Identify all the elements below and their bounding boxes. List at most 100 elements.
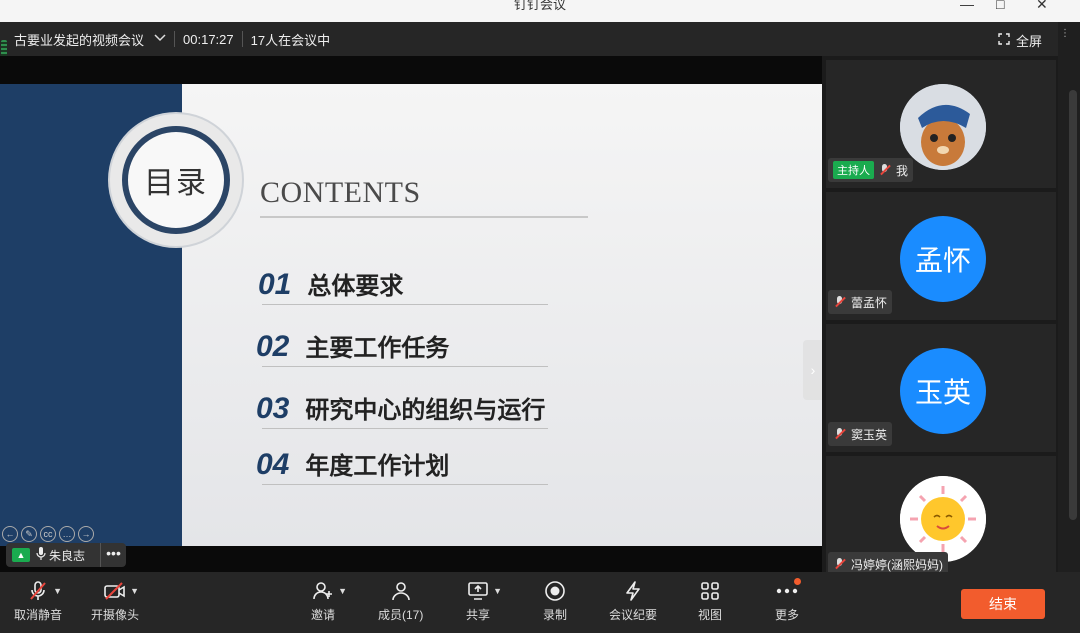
end-meeting-button[interactable]: 结束 xyxy=(961,589,1045,619)
participant-name: 我 xyxy=(896,163,909,178)
mic-muted-icon xyxy=(833,295,847,309)
minutes-button[interactable]: 会议纪要 xyxy=(609,580,657,623)
more-label: 更多 xyxy=(775,608,800,622)
slide-toc-badge: 目录 xyxy=(110,114,242,246)
participant-tile[interactable]: 孟怀 蕾孟怀 xyxy=(826,192,1056,320)
more-button[interactable]: 更多 xyxy=(775,578,801,623)
invite-button[interactable]: ▼ 邀请 xyxy=(311,580,347,623)
meeting-toolbar: ▼ 取消静音 ▼ 开摄像头 ▼ 邀请 成员(17) ▼ 共享 录制 会议纪要 视… xyxy=(0,572,1080,633)
window-titlebar: 钉钉会议 — □ ✕ xyxy=(0,0,1080,22)
invite-label: 邀请 xyxy=(311,608,336,622)
participants-count: 17人在会议中 xyxy=(250,32,331,48)
notification-dot xyxy=(794,578,801,585)
minutes-label: 会议纪要 xyxy=(609,608,658,622)
participant-name: 蕾孟怀 xyxy=(851,295,888,310)
participant-name: 窦玉英 xyxy=(851,427,888,442)
toc-number: 03 xyxy=(256,392,290,425)
toc-text: 研究中心的组织与运行 xyxy=(305,396,546,424)
shared-slide: 目录 CONTENTS 01 总体要求 02 主要工作任务 03 研究中心的组织… xyxy=(0,84,822,546)
cc-icon[interactable]: cc xyxy=(40,526,56,542)
toc-item: 04 年度工作计划 xyxy=(256,446,449,482)
participant-tile[interactable]: 冯婷婷(涵熙妈妈) xyxy=(826,456,1056,576)
toc-number: 04 xyxy=(256,448,290,481)
divider xyxy=(262,428,548,429)
unmute-button[interactable]: ▼ 取消静音 xyxy=(14,580,62,623)
annotation-tools: ← ✎ cc … → xyxy=(2,526,94,542)
divider xyxy=(241,31,243,47)
unmute-label: 取消静音 xyxy=(14,608,63,622)
toc-item: 01 总体要求 xyxy=(258,266,403,302)
host-badge: 主持人 xyxy=(833,161,874,179)
mic-muted-icon xyxy=(833,427,847,441)
more-dots-icon xyxy=(775,578,801,602)
users-icon xyxy=(389,580,413,602)
participant-tile[interactable]: 玉英 窦玉英 xyxy=(826,324,1056,452)
ellipsis-icon[interactable]: … xyxy=(59,526,75,542)
avatar: 孟怀 xyxy=(900,216,986,302)
view-label: 视图 xyxy=(698,608,723,622)
panel-scrollbar[interactable] xyxy=(1069,90,1077,520)
caret-down-icon[interactable]: ▼ xyxy=(130,586,139,596)
participant-tile[interactable]: 主持人 我 xyxy=(826,60,1056,188)
mic-off-icon: ▼ xyxy=(26,580,62,602)
fullscreen-button[interactable]: 全屏 xyxy=(998,31,1042,50)
toc-number: 01 xyxy=(258,268,292,301)
arrow-left-icon[interactable]: ← xyxy=(2,526,18,542)
slide-contents-heading: CONTENTS xyxy=(260,176,421,209)
add-user-icon: ▼ xyxy=(311,580,347,602)
record-button[interactable]: 录制 xyxy=(543,580,567,623)
caret-down-icon[interactable]: ▼ xyxy=(493,586,502,596)
view-button[interactable]: 视图 xyxy=(698,580,722,623)
toc-item: 03 研究中心的组织与运行 xyxy=(256,390,545,426)
divider xyxy=(262,366,548,367)
record-icon xyxy=(543,580,567,602)
toc-text: 年度工作计划 xyxy=(305,452,450,480)
avatar xyxy=(900,476,986,562)
toc-text: 主要工作任务 xyxy=(305,334,450,362)
shared-screen-stage[interactable]: 目录 CONTENTS 01 总体要求 02 主要工作任务 03 研究中心的组织… xyxy=(0,56,823,572)
collapse-panel-button[interactable]: › xyxy=(803,340,823,400)
ellipsis-icon: ⋮ xyxy=(1060,28,1070,39)
more-options-button[interactable]: ••• xyxy=(100,543,126,567)
mic-muted-icon xyxy=(878,163,892,177)
avatar: 玉英 xyxy=(900,348,986,434)
members-label: 成员(17) xyxy=(378,608,424,622)
chevron-down-icon[interactable] xyxy=(154,33,166,45)
share-screen-icon: ▼ xyxy=(466,580,502,602)
pen-icon[interactable]: ✎ xyxy=(21,526,37,542)
avatar xyxy=(900,84,986,170)
close-button[interactable]: ✕ xyxy=(1036,0,1048,13)
caret-down-icon[interactable]: ▼ xyxy=(338,586,347,596)
record-label: 录制 xyxy=(543,608,568,622)
members-button[interactable]: 成员(17) xyxy=(378,580,423,623)
divider xyxy=(262,484,548,485)
restore-button[interactable]: □ xyxy=(996,0,1004,12)
slide-circle-text: 目录 xyxy=(144,166,208,201)
mic-icon xyxy=(36,546,46,564)
mic-muted-icon xyxy=(833,557,847,571)
toc-item: 02 主要工作任务 xyxy=(256,328,449,364)
lightning-icon xyxy=(621,580,645,602)
window-title: 钉钉会议 xyxy=(513,0,566,12)
divider xyxy=(174,31,176,47)
divider xyxy=(262,304,548,305)
toc-number: 02 xyxy=(256,330,290,363)
participants-panel: 主持人 我 孟怀 蕾孟怀 玉英 窦玉英 冯婷婷(涵熙妈妈) xyxy=(822,56,1058,576)
fullscreen-icon xyxy=(998,33,1010,48)
camera-button[interactable]: ▼ 开摄像头 xyxy=(91,580,139,623)
share-button[interactable]: ▼ 共享 xyxy=(466,580,502,623)
participant-name: 冯婷婷(涵熙妈妈) xyxy=(851,557,943,572)
caret-down-icon[interactable]: ▼ xyxy=(53,586,62,596)
arrow-right-icon[interactable]: → xyxy=(78,526,94,542)
toc-text: 总体要求 xyxy=(307,272,404,300)
meeting-info-bar: 古要业发起的视频会议 00:17:27 17人在会议中 全屏 xyxy=(0,22,1058,56)
grid-icon xyxy=(698,580,722,602)
minimize-button[interactable]: — xyxy=(960,0,974,12)
participant-label: 窦玉英 xyxy=(828,422,893,446)
meeting-title[interactable]: 古要业发起的视频会议 xyxy=(14,30,144,49)
fullscreen-label: 全屏 xyxy=(1015,34,1042,49)
camera-label: 开摄像头 xyxy=(91,608,140,622)
camera-off-icon: ▼ xyxy=(103,580,139,602)
meeting-duration: 00:17:27 xyxy=(183,31,234,47)
participant-label: 蕾孟怀 xyxy=(828,290,893,314)
